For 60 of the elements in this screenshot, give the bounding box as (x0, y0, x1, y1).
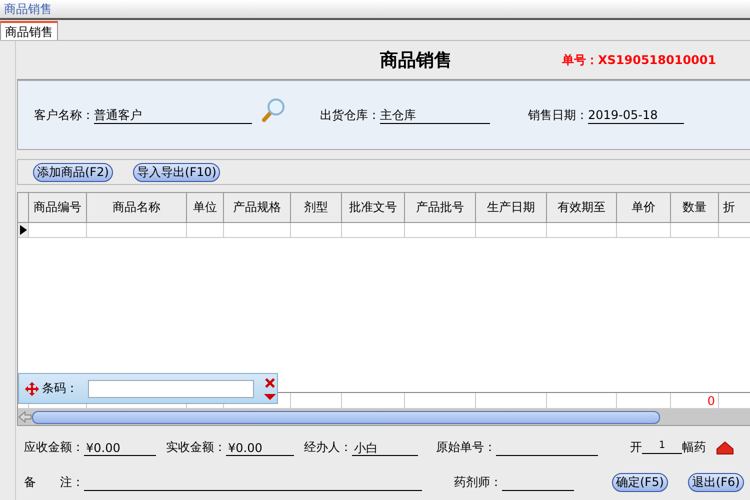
input-field[interactable]: 普通客户 (94, 106, 252, 124)
dropdown-icon[interactable] (264, 394, 276, 400)
table-cell[interactable] (187, 223, 224, 238)
window-title: 商品销售 (4, 0, 52, 18)
scroll-left-icon[interactable] (18, 411, 32, 423)
field-label: 备 注： (24, 474, 84, 491)
total-value: 0 (707, 394, 715, 408)
triangle-icon[interactable] (716, 440, 734, 454)
form-title: 商品销售 (380, 49, 452, 72)
close-icon[interactable] (265, 378, 275, 388)
input-field[interactable]: ¥0.00 (226, 440, 294, 456)
toolbar-button[interactable]: 添加商品(F2) (33, 162, 113, 182)
field-label: 客户名称： (34, 106, 94, 124)
column-header[interactable]: 有效期至 (547, 193, 617, 223)
field-label: 实收金额： (166, 439, 226, 456)
table-cell[interactable] (87, 223, 187, 238)
column-header[interactable]: 批准文号 (342, 193, 405, 223)
table-cell[interactable] (342, 223, 405, 238)
action-button[interactable]: 退出(F6) (688, 473, 744, 492)
scrollbar-thumb[interactable] (32, 410, 660, 424)
move-icon[interactable] (25, 382, 39, 396)
column-header[interactable]: 数量 (671, 193, 719, 223)
table-cell[interactable] (405, 223, 476, 238)
column-header[interactable]: 商品名称 (87, 193, 187, 223)
input-field[interactable]: 2019-05-18 (588, 106, 684, 124)
field-label: 开 (630, 439, 642, 456)
field-label: 应收金额： (24, 439, 84, 456)
barcode-field[interactable] (88, 380, 254, 398)
field-label: 经办人： (304, 439, 352, 456)
column-header[interactable]: 产品规格 (224, 193, 291, 223)
input-field[interactable]: 小白 (352, 440, 418, 456)
input-field[interactable]: 主仓库 (380, 106, 490, 124)
order-number: 单号：XS190518010001 (562, 52, 716, 68)
search-icon[interactable] (260, 97, 286, 123)
table-cell[interactable] (476, 223, 547, 238)
table-cell[interactable] (617, 223, 671, 238)
column-header[interactable]: 剂型 (291, 193, 342, 223)
tab[interactable]: 商品销售 (0, 21, 58, 40)
row-header[interactable] (18, 223, 29, 238)
input-field[interactable]: ¥0.00 (84, 440, 156, 456)
table-cell[interactable] (29, 223, 87, 238)
field-label: 条码： (42, 380, 78, 397)
column-header[interactable]: 产品批号 (405, 193, 476, 223)
table-cell[interactable] (291, 223, 342, 238)
field-label: 原始单号： (436, 439, 496, 456)
table-cell[interactable] (547, 223, 617, 238)
column-header[interactable]: 单位 (187, 193, 224, 223)
field-label: 药剂师： (454, 474, 502, 491)
field-label: 幅药 (682, 439, 706, 456)
toolbar-button[interactable]: 导入导出(F10) (132, 162, 220, 182)
field-label: 销售日期： (528, 106, 588, 124)
table-cell[interactable] (224, 223, 291, 238)
column-header[interactable]: 商品编号 (29, 193, 87, 223)
action-button[interactable]: 确定(F5) (612, 473, 668, 492)
input-field[interactable]: 1 (642, 441, 682, 454)
field-label: 出货仓库： (320, 106, 380, 124)
column-header[interactable]: 折 (719, 193, 750, 223)
table-cell[interactable] (671, 223, 719, 238)
column-header[interactable]: 生产日期 (476, 193, 547, 223)
column-header[interactable]: 单价 (617, 193, 671, 223)
